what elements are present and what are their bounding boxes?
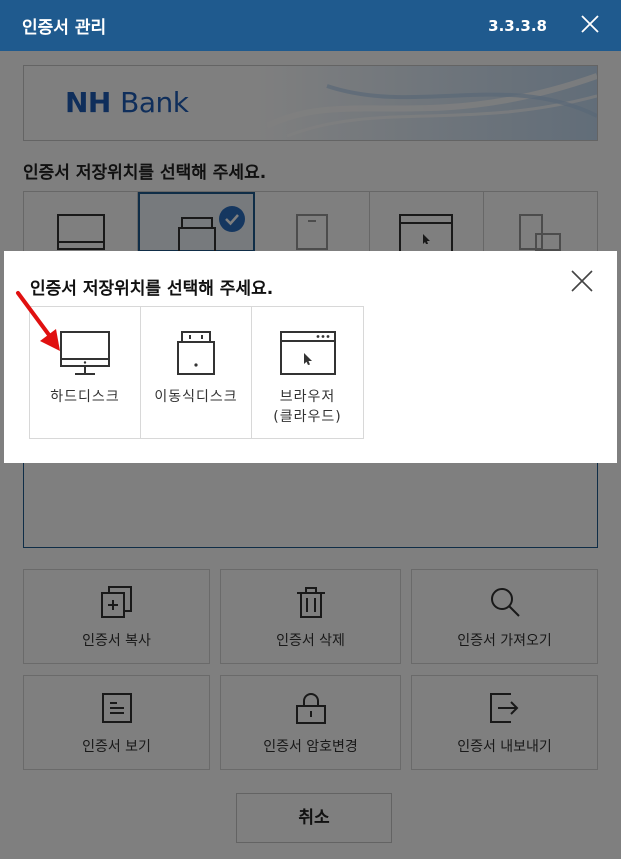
title-bar: 인증서 관리 3.3.3.8 xyxy=(0,0,621,51)
modal-close-button[interactable] xyxy=(570,269,594,293)
option-browser-cloud[interactable]: 브라우저 (클라우드) xyxy=(252,307,363,438)
option-label: 이동식디스크 xyxy=(154,389,238,405)
browser-icon xyxy=(279,331,336,375)
close-icon xyxy=(581,15,599,33)
window-title: 인증서 관리 xyxy=(22,18,107,38)
red-pointer-arrow-icon xyxy=(16,291,60,351)
storage-select-modal: 인증서 저장위치를 선택해 주세요. 하드디스크 이동식디스크 브라우저 (클라… xyxy=(4,251,617,463)
modal-storage-options: 하드디스크 이동식디스크 브라우저 (클라우드) xyxy=(29,306,364,439)
option-removable-disk[interactable]: 이동식디스크 xyxy=(141,307,252,438)
window-close-button[interactable] xyxy=(579,12,601,36)
usb-drive-icon xyxy=(177,331,215,375)
close-icon xyxy=(571,270,593,292)
version-label: 3.3.3.8 xyxy=(488,17,547,35)
option-label: 브라우저 (클라우드) xyxy=(273,389,342,425)
option-label: 하드디스크 xyxy=(50,389,120,405)
